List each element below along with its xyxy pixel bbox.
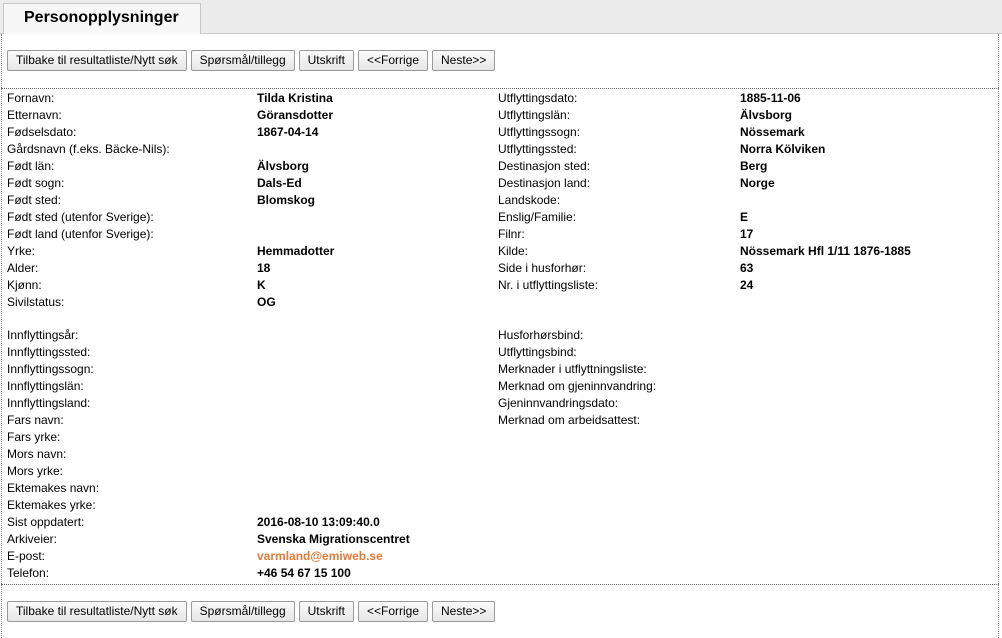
print-button[interactable]: Utskrift [298, 601, 354, 622]
field-label: Gjeninnvandringsdato: [498, 396, 619, 410]
field-label: Innflyttingslän: [7, 379, 84, 393]
field-label: Utflyttingslän: [498, 108, 571, 122]
field-label: Husforhørsbind: [498, 328, 584, 342]
toolbar-bottom: Tilbake til resultatliste/Nytt søk Spørs… [7, 601, 496, 623]
field-label: Kjønn: [7, 278, 42, 292]
field-value: Nössemark Hfl 1/11 1876-1885 [740, 244, 911, 258]
field-value: Älvsborg [740, 108, 793, 122]
field-label: Mors navn: [7, 447, 67, 461]
divider-bottom [1, 584, 999, 585]
field-label: Yrke: [7, 244, 36, 258]
field-label: Filnr: [498, 227, 525, 241]
toolbar-top: Tilbake til resultatliste/Nytt søk Spørs… [7, 50, 496, 72]
field-label: Innflyttingsår: [7, 328, 79, 342]
field-label: Merknad om gjeninnvandring: [498, 379, 657, 393]
field-label: Landskode: [498, 193, 561, 207]
tab-title: Personopplysninger [24, 9, 179, 26]
field-label: Utflyttingsdato: [498, 91, 578, 105]
field-label: Destinasjon land: [498, 176, 591, 190]
field-label: Utflyttingsbind: [498, 345, 577, 359]
field-label: Arkiveier: [7, 532, 58, 546]
field-label: E-post: [7, 549, 46, 563]
field-value: Blomskog [257, 193, 316, 207]
field-label: Fars navn: [7, 413, 64, 427]
question-addition-button[interactable]: Spørsmål/tillegg [190, 50, 295, 71]
question-addition-button[interactable]: Spørsmål/tillegg [190, 601, 295, 622]
field-value: OG [257, 295, 276, 309]
field-value: Göransdotter [257, 108, 334, 122]
tab-personopplysninger[interactable]: Personopplysninger [3, 3, 201, 34]
field-label: Gårdsnavn (f.eks. Bäcke-Nils): [7, 142, 170, 156]
field-label: Innflyttingssted: [7, 345, 91, 359]
field-label: Født sogn: [7, 176, 65, 190]
field-value: 18 [257, 261, 271, 275]
previous-button[interactable]: <<Forrige [357, 601, 429, 622]
field-label: Telefon: [7, 566, 50, 580]
next-button[interactable]: Neste>> [432, 601, 496, 622]
field-value: Nössemark [740, 125, 805, 139]
field-value: K [257, 278, 266, 292]
next-button[interactable]: Neste>> [432, 50, 496, 71]
tab-bar: Personopplysninger [0, 0, 1002, 34]
field-label: Født land (utenfor Sverige): [7, 227, 154, 241]
field-label: Fornavn: [7, 91, 55, 105]
field-label: Merknader i utflyttningsliste: [498, 362, 647, 376]
field-label: Innflyttingssogn: [7, 362, 94, 376]
field-label: Kilde: [498, 244, 529, 258]
field-value: 24 [740, 278, 754, 292]
field-value: Tilda Kristina [257, 91, 333, 105]
field-label: Født län: [7, 159, 55, 173]
field-label: Utflyttingssogn: [498, 125, 581, 139]
field-value: 17 [740, 227, 754, 241]
field-label: Utflyttingssted: [498, 142, 577, 156]
back-to-results-button[interactable]: Tilbake til resultatliste/Nytt søk [7, 50, 187, 71]
field-label: Enslig/Familie: [498, 210, 577, 224]
field-label: Født sted (utenfor Sverige): [7, 210, 154, 224]
field-label: Etternavn: [7, 108, 62, 122]
field-value: Hemmadotter [257, 244, 335, 258]
print-button[interactable]: Utskrift [298, 50, 354, 71]
field-value: Svenska Migrationscentret [257, 532, 410, 546]
field-value: Dals-Ed [257, 176, 302, 190]
field-value: 63 [740, 261, 754, 275]
field-label: Ektemakes navn: [7, 481, 100, 495]
field-value: Norra Kölviken [740, 142, 826, 156]
field-label: Innflyttingsland: [7, 396, 91, 410]
back-to-results-button[interactable]: Tilbake til resultatliste/Nytt søk [7, 601, 187, 622]
field-value: E [740, 210, 749, 224]
email-link[interactable]: varmland@emiweb.se [257, 548, 383, 565]
field-label: Nr. i utflyttingsliste: [498, 278, 599, 292]
field-label: Sist oppdatert: [7, 515, 85, 529]
field-label: Merknad om arbeidsattest: [498, 413, 641, 427]
field-label: Destinasjon sted: [498, 159, 591, 173]
field-value: +46 54 67 15 100 [257, 566, 351, 580]
field-label: Født sted: [7, 193, 62, 207]
field-label: Ektemakes yrke: [7, 498, 96, 512]
divider-top [1, 88, 999, 89]
field-value: Berg [740, 159, 768, 173]
previous-button[interactable]: <<Forrige [357, 50, 429, 71]
field-value: Älvsborg [257, 159, 310, 173]
field-value: 1867-04-14 [257, 125, 319, 139]
field-value: 1885-11-06 [740, 91, 801, 105]
field-label: Sivilstatus: [7, 295, 65, 309]
field-label: Mors yrke: [7, 464, 64, 478]
field-label: Fødselsdato: [7, 125, 77, 139]
field-label: Side i husforhør: [498, 261, 587, 275]
field-value: Norge [740, 176, 775, 190]
field-label: Fars yrke: [7, 430, 61, 444]
field-label: Alder: [7, 261, 39, 275]
field-value: 2016-08-10 13:09:40.0 [257, 515, 380, 529]
